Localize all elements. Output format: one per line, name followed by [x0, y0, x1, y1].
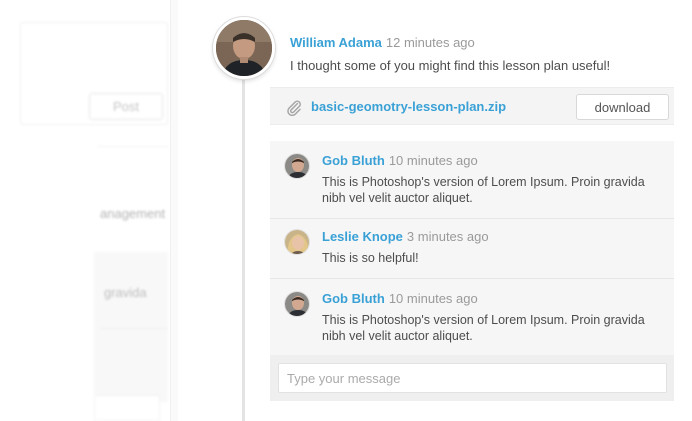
- comment-divider: [270, 218, 674, 219]
- paperclip-icon: [285, 98, 303, 117]
- avatar-photo: [285, 292, 309, 316]
- post-header: William Adama 12 minutes ago: [290, 35, 475, 50]
- author-name[interactable]: Gob Bluth: [322, 291, 385, 306]
- comment-text: This is Photoshop's version of Lorem Ips…: [322, 175, 645, 205]
- comment-time: 3 minutes ago: [406, 229, 489, 244]
- background-post-button: Post: [89, 93, 163, 120]
- comment-text: This is Photoshop's version of Lorem Ips…: [322, 313, 645, 343]
- attachment-link[interactable]: basic-geomotry-lesson-plan.zip: [311, 99, 506, 114]
- comment-header: Gob Bluth 10 minutes ago: [322, 153, 478, 168]
- message-input[interactable]: [278, 363, 667, 393]
- background-panel: [94, 252, 168, 402]
- author-name[interactable]: Gob Bluth: [322, 153, 385, 168]
- background-divider: [100, 328, 168, 329]
- avatar[interactable]: [284, 153, 310, 179]
- background-card: [94, 395, 160, 421]
- comment-time: 10 minutes ago: [388, 291, 478, 306]
- avatar[interactable]: [213, 17, 275, 79]
- attachment-bar: basic-geomotry-lesson-plan.zip download: [270, 87, 674, 125]
- comment-header: Gob Bluth 10 minutes ago: [322, 291, 478, 306]
- author-name[interactable]: William Adama: [290, 35, 382, 50]
- comment-time: 10 minutes ago: [388, 153, 478, 168]
- comment-text: This is so helpful!: [322, 251, 419, 265]
- background-text: anagement: [100, 206, 166, 221]
- comment-divider: [270, 278, 674, 279]
- avatar[interactable]: [284, 229, 310, 255]
- download-button[interactable]: download: [576, 94, 669, 120]
- timeline-line: [242, 70, 245, 421]
- post-time: 12 minutes ago: [385, 35, 475, 50]
- avatar-photo: [285, 154, 309, 178]
- avatar[interactable]: [284, 291, 310, 317]
- background-rail: [170, 0, 178, 421]
- background-divider: [98, 146, 168, 147]
- post-text: I thought some of you might find this le…: [290, 58, 611, 73]
- comment-header: Leslie Knope 3 minutes ago: [322, 229, 489, 244]
- author-name[interactable]: Leslie Knope: [322, 229, 403, 244]
- avatar-photo: [285, 230, 309, 254]
- avatar-photo: [216, 20, 272, 76]
- background-text: gravida: [104, 285, 147, 300]
